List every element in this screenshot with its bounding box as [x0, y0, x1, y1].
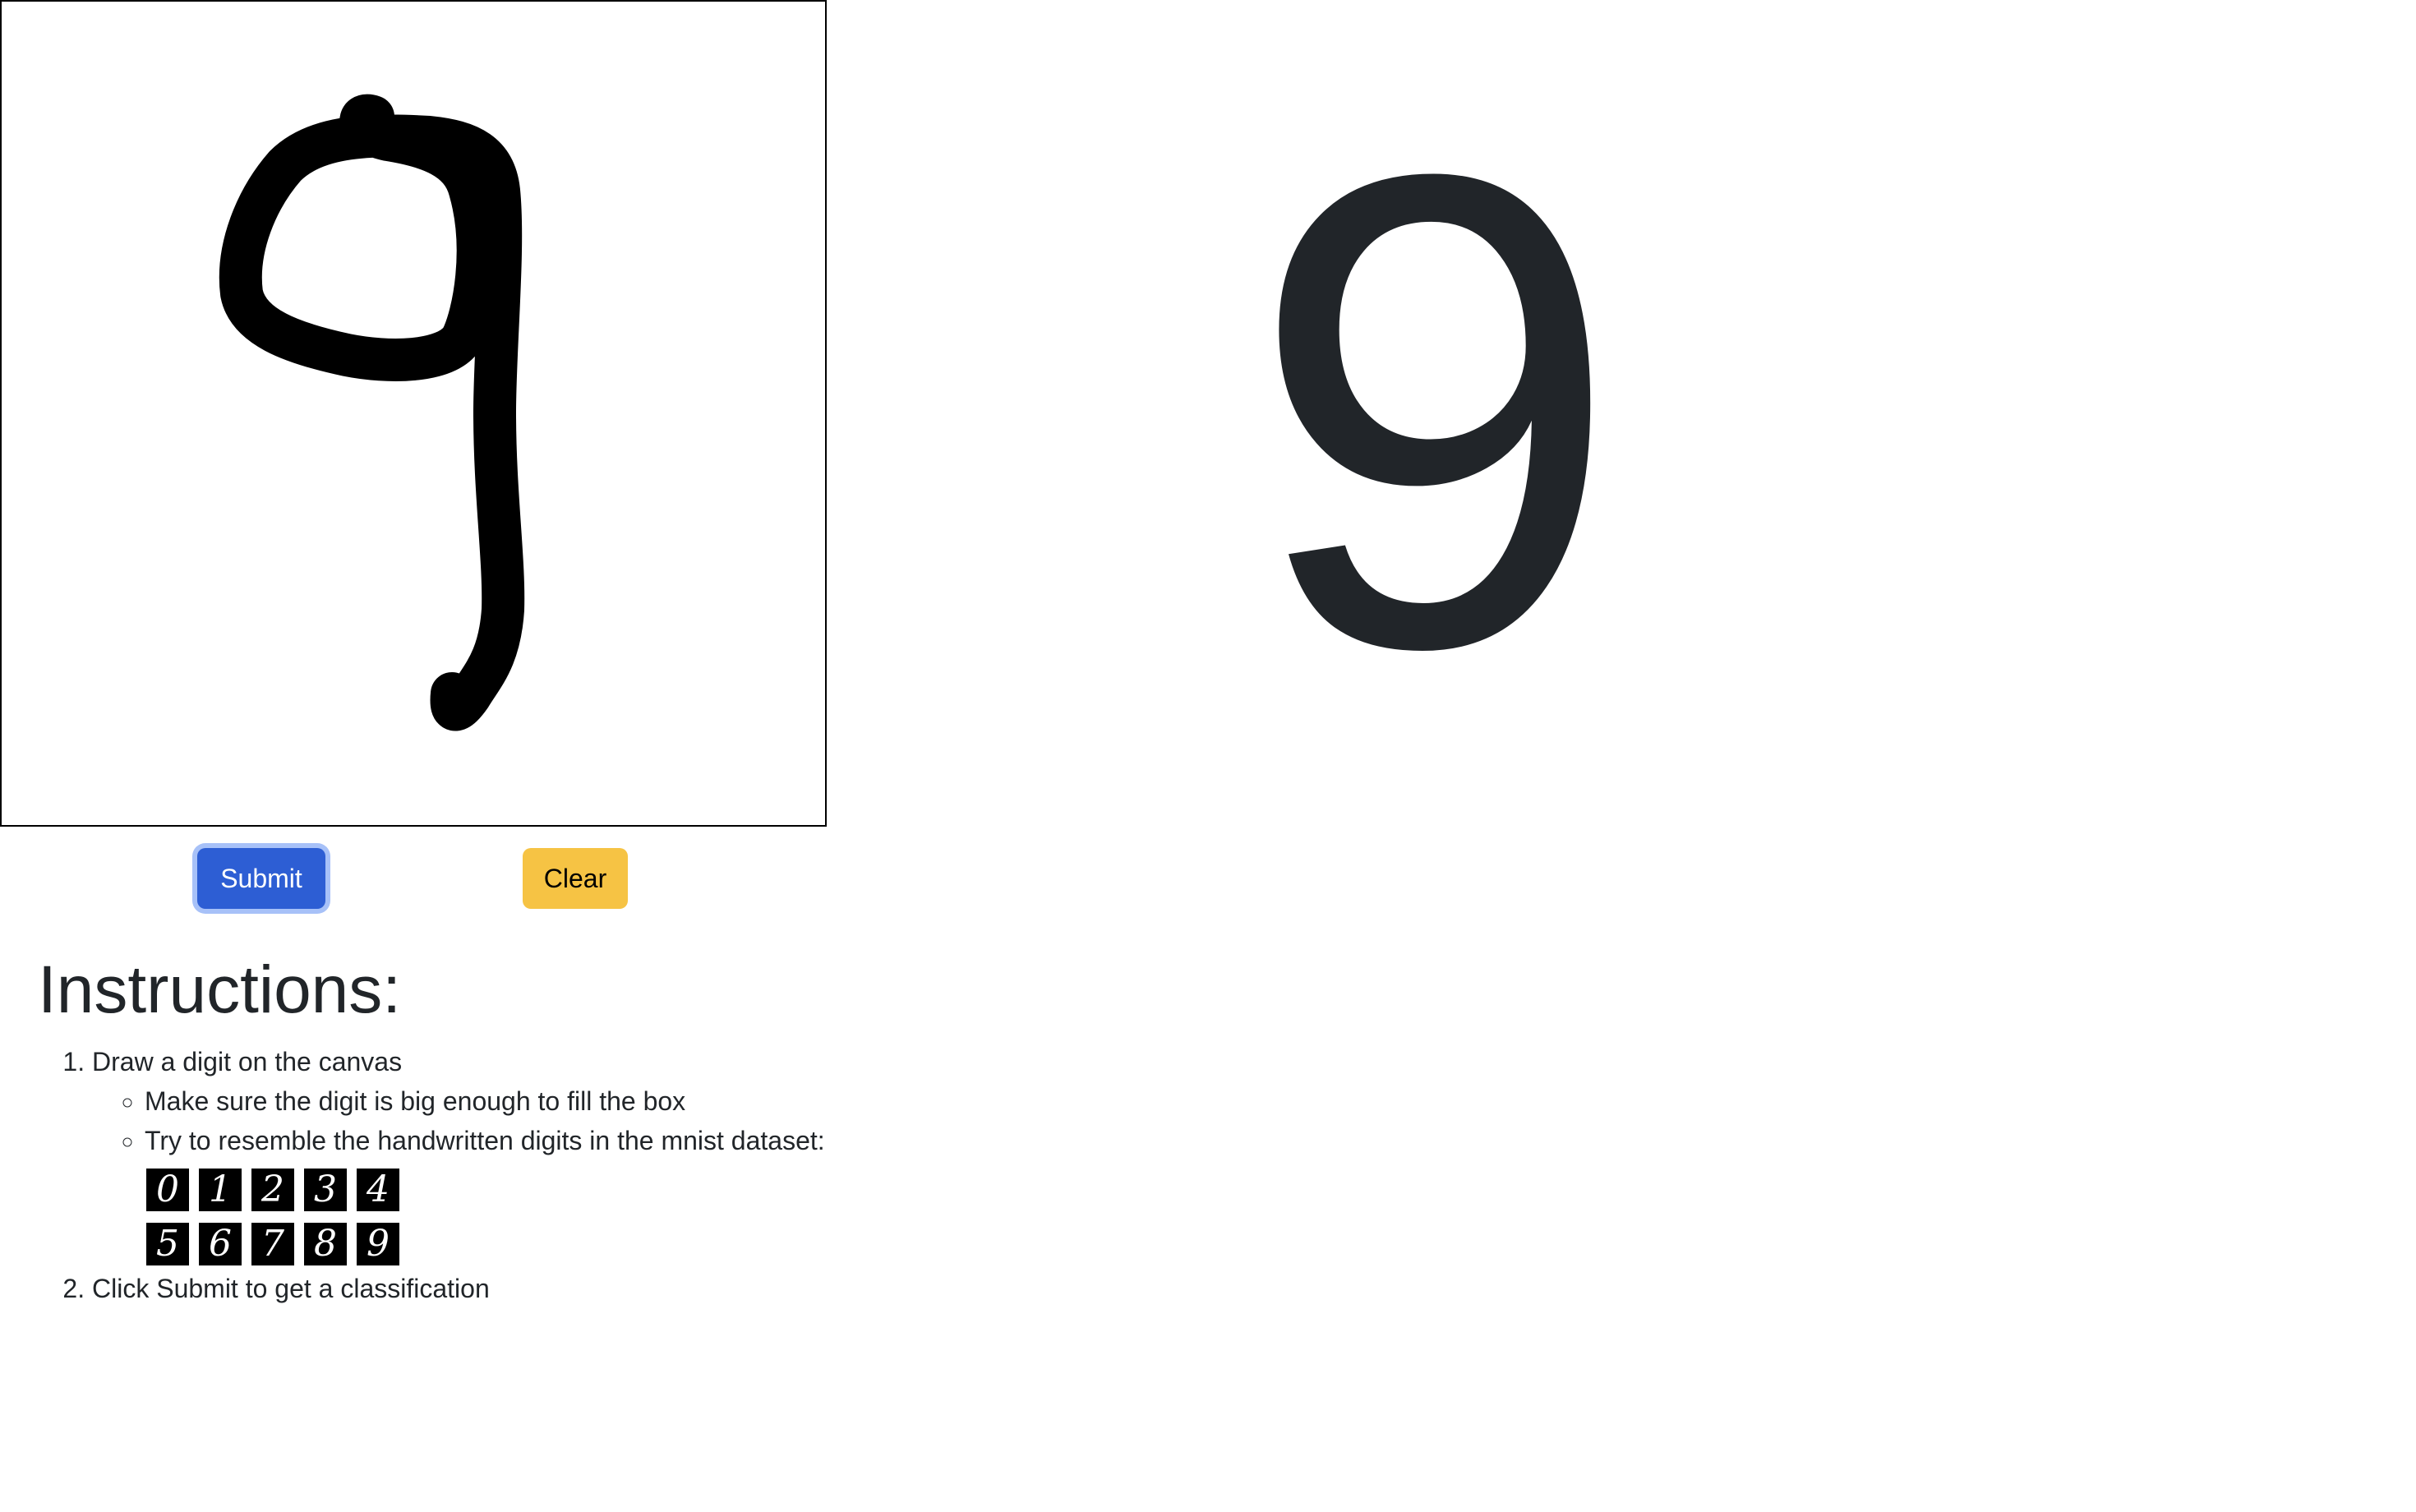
- instructions-title: Instructions:: [38, 952, 402, 1027]
- mnist-sample-6: 6: [197, 1221, 243, 1267]
- mnist-sample-8: 8: [302, 1221, 348, 1267]
- tip-size: Make sure the digit is big enough to fil…: [145, 1081, 825, 1121]
- submit-button[interactable]: Submit: [197, 848, 325, 909]
- mnist-sample-5: 5: [145, 1221, 191, 1267]
- mnist-sample-0: 0: [145, 1167, 191, 1213]
- step-submit: Click Submit to get a classification: [92, 1269, 825, 1308]
- drawing-canvas[interactable]: [0, 0, 827, 827]
- mnist-sample-3: 3: [302, 1167, 348, 1213]
- mnist-samples: 0 1 2 3 4 5 6 7 8 9: [145, 1167, 825, 1267]
- mnist-sample-9: 9: [355, 1221, 401, 1267]
- step-draw-text: Draw a digit on the canvas: [92, 1047, 403, 1076]
- tip-mnist-text: Try to resemble the handwritten digits i…: [145, 1126, 825, 1155]
- mnist-sample-2: 2: [250, 1167, 296, 1213]
- mnist-sample-1: 1: [197, 1167, 243, 1213]
- page: Submit Clear 9 Instructions: Draw a digi…: [0, 0, 2416, 1512]
- step-submit-text: Click Submit to get a classification: [92, 1274, 490, 1303]
- step-draw: Draw a digit on the canvas Make sure the…: [92, 1042, 825, 1267]
- clear-button[interactable]: Clear: [523, 848, 628, 909]
- drawn-stroke: [219, 94, 525, 731]
- prediction-output: 9: [1247, 35, 1623, 787]
- mnist-sample-4: 4: [355, 1167, 401, 1213]
- mnist-sample-7: 7: [250, 1221, 296, 1267]
- instructions-list: Draw a digit on the canvas Make sure the…: [0, 1042, 825, 1308]
- step-draw-tips: Make sure the digit is big enough to fil…: [92, 1081, 825, 1267]
- tip-mnist: Try to resemble the handwritten digits i…: [145, 1121, 825, 1267]
